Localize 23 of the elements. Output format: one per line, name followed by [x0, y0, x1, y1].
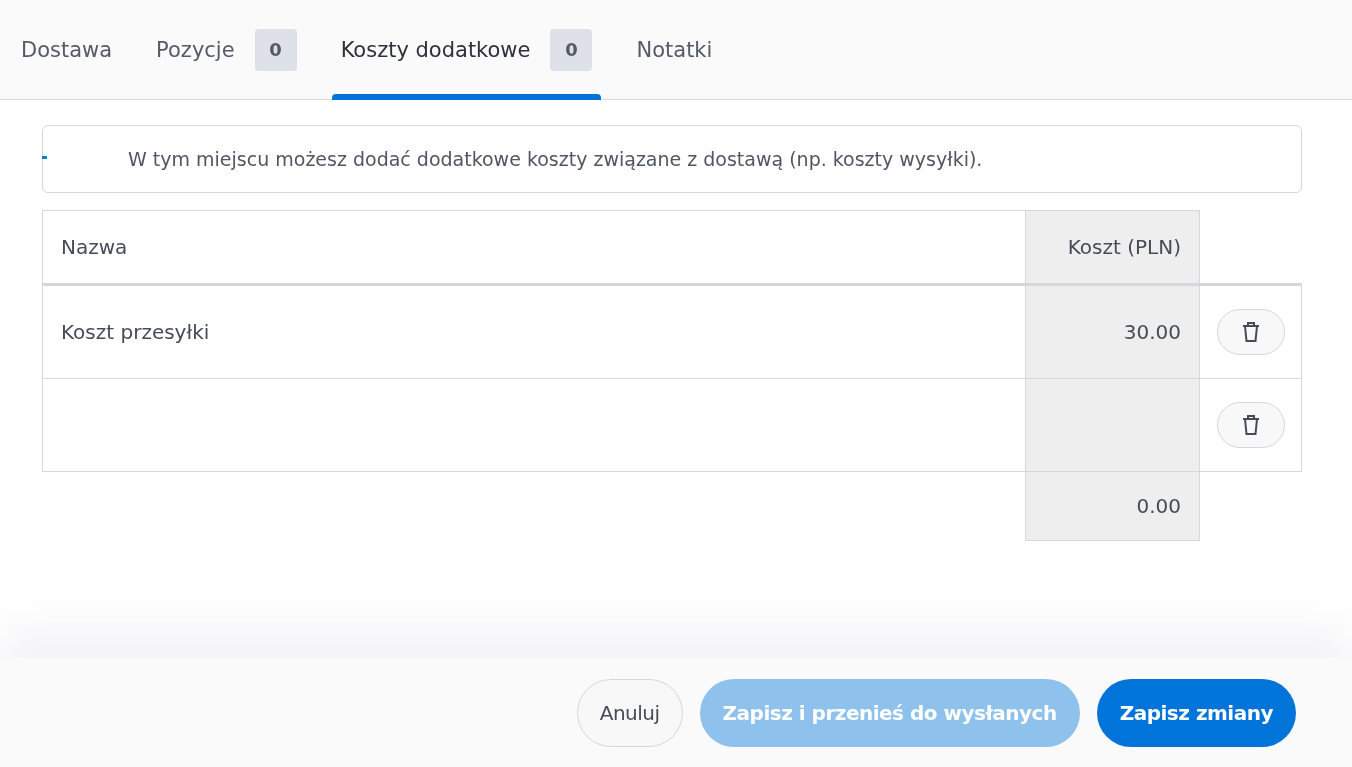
tab[interactable]: Notatki: [617, 0, 732, 99]
delete-button[interactable]: [1216, 402, 1285, 448]
tab-label: Pozycje: [156, 37, 235, 62]
column-header: Koszt (PLN): [1025, 210, 1200, 286]
count-badge: 0: [550, 28, 593, 71]
tab[interactable]: Koszty dodatkowe 0: [321, 0, 612, 99]
tab-label: Koszty dodatkowe: [340, 37, 531, 62]
delete-button[interactable]: [1216, 309, 1285, 355]
table-cell: Koszt przesyłki: [42, 286, 1025, 379]
tab-label: Notatki: [636, 37, 713, 62]
info-text: W tym miejscu możesz dodać dodatkowe koszty związane z dostawą (np. koszty wysyłki).: [128, 148, 983, 170]
column-header: Nazwa: [42, 210, 1025, 286]
table-cell: 30.00: [1025, 286, 1200, 379]
total-cell: 0.00: [1025, 472, 1200, 541]
primary-button[interactable]: Zapisz zmiany: [1096, 678, 1296, 747]
tab[interactable]: Pozycje 0: [137, 0, 316, 99]
trash-icon: [1241, 414, 1260, 436]
cancel-button[interactable]: Anuluj: [576, 678, 683, 747]
tab[interactable]: Dostawa: [2, 0, 132, 99]
trash-icon: [1241, 321, 1260, 343]
count-badge: 0: [254, 28, 297, 71]
accent-mark: [42, 156, 47, 159]
tab-label: Dostawa: [21, 37, 113, 62]
